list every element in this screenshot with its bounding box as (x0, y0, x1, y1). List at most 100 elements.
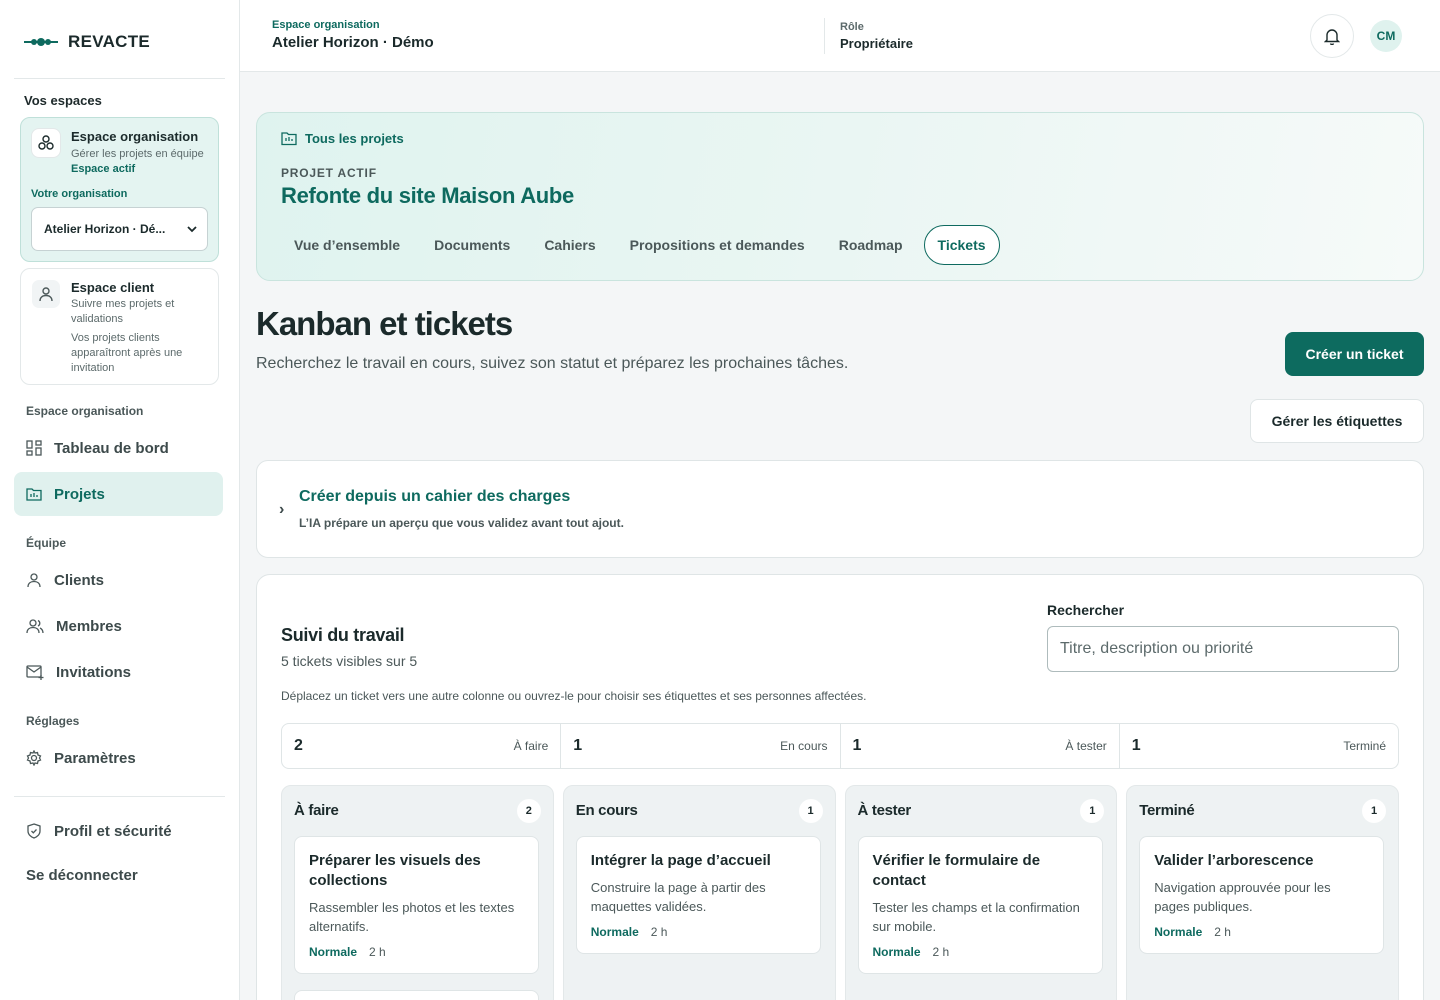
ticket-meta: Normale 2 h (1154, 925, 1369, 939)
stat-label: Terminé (1343, 739, 1386, 753)
ticket-description: Rassembler les photos et les textes alte… (309, 900, 515, 934)
ticket-count: 5 tickets visibles sur 5 (281, 653, 418, 669)
column-title: En cours (575, 802, 638, 819)
nav-dashboard[interactable]: Tableau de bord (14, 426, 223, 470)
user-icon (39, 287, 53, 302)
ticket-title: Valider l’arborescence (1154, 852, 1314, 869)
section-settings: Réglages (26, 714, 80, 728)
tab-roadmap[interactable]: Roadmap (826, 225, 916, 265)
ticket-card[interactable] (294, 990, 539, 1000)
manage-labels-button[interactable]: Gérer les étiquettes (1250, 399, 1424, 443)
nav-dashboard-label: Tableau de bord (54, 439, 169, 457)
project-title: Refonte du site Maison Aube (281, 183, 574, 208)
ticket-card[interactable]: Préparer les visuels des collections Ras… (294, 836, 539, 974)
spec-title: Créer depuis un cahier des charges (299, 488, 571, 505)
org-space-subtitle: Gérer les projets en équipe (71, 148, 204, 160)
search-input[interactable] (1047, 626, 1399, 672)
work-hint: Déplacez un ticket vers une autre colonn… (281, 689, 867, 703)
stat-number: 2 (294, 737, 303, 754)
brand[interactable]: REVACTE (24, 30, 150, 54)
topbar-title: Atelier Horizon · Démo (272, 34, 434, 51)
logo-icon (24, 38, 58, 46)
org-select-value: Atelier Horizon · Dé... (44, 222, 166, 236)
kanban-column-done[interactable]: Terminé 1 Valider l’arborescence Navigat… (1126, 785, 1399, 1000)
ticket-priority: Normale (1154, 925, 1203, 939)
ticket-card[interactable]: Intégrer la page d’accueil Construire la… (575, 836, 821, 954)
stat-in-progress: 1 En cours (561, 724, 841, 768)
ticket-estimate: 2 h (650, 925, 668, 939)
mail-plus-icon (26, 665, 44, 680)
column-title: À tester (857, 802, 912, 819)
stat-label: À tester (1065, 739, 1107, 753)
ticket-card[interactable]: Valider l’arborescence Navigation approu… (1139, 836, 1385, 954)
nav-projects[interactable]: Projets (14, 472, 223, 516)
role-label: Rôle (840, 21, 864, 33)
column-count: 1 (1080, 799, 1105, 823)
org-space-card[interactable]: Espace organisation Gérer les projets en… (20, 117, 219, 262)
kanban-board: À faire 2 Préparer les visuels des colle… (281, 785, 1399, 1000)
all-projects-link[interactable]: Tous les projets (281, 131, 404, 146)
nav-settings[interactable]: Paramètres (14, 736, 223, 780)
stat-label: En cours (780, 739, 828, 753)
tab-proposals[interactable]: Propositions et demandes (617, 225, 818, 265)
project-kicker: PROJET ACTIF (281, 166, 377, 180)
ticket-priority: Normale (872, 945, 921, 959)
topbar: Espace organisation Atelier Horizon · Dé… (240, 0, 1440, 72)
client-space-card[interactable]: Espace client Suivre mes projets et vali… (20, 268, 219, 385)
stat-to-test: 1 À tester (841, 724, 1120, 768)
ticket-meta: Normale 2 h (309, 945, 524, 959)
tab-overview[interactable]: Vue d’ensemble (281, 225, 413, 265)
nav-members-label: Membres (56, 617, 122, 635)
logout-link[interactable]: Se déconnecter (26, 867, 138, 884)
sidebar: REVACTE Vos espaces Espace organisation … (0, 0, 240, 1000)
ticket-estimate: 2 h (932, 945, 950, 959)
org-space-title: Espace organisation (71, 129, 199, 144)
stat-number: 1 (1131, 737, 1141, 754)
stat-number: 1 (573, 737, 583, 754)
tab-tickets[interactable]: Tickets (923, 225, 1000, 265)
ticket-description: Construire la page à partir des maquette… (590, 880, 766, 914)
stat-number: 1 (852, 737, 862, 754)
topbar-kicker: Espace organisation (272, 19, 380, 31)
client-space-note: Vos projets clients apparaîtront après u… (71, 332, 183, 374)
create-from-spec-panel[interactable]: › Créer depuis un cahier des charges L’I… (256, 460, 1424, 558)
nav-clients[interactable]: Clients (14, 558, 223, 602)
active-badge: Espace actif (71, 163, 136, 175)
stat-done: 1 Terminé (1120, 724, 1398, 768)
ticket-card[interactable]: Vérifier le formulaire de contact Tester… (857, 836, 1103, 974)
kanban-column-in-progress[interactable]: En cours 1 Intégrer la page d’accueil Co… (562, 785, 836, 1000)
work-tracking: Suivi du travail 5 tickets visibles sur … (256, 574, 1424, 1000)
project-tabs: Vue d’ensemble Documents Cahiers Proposi… (281, 225, 1000, 265)
tab-specs[interactable]: Cahiers (531, 225, 608, 265)
column-title: Terminé (1139, 802, 1195, 819)
client-space-subtitle: Suivre mes projets et validations (71, 298, 175, 325)
nav-invitations[interactable]: Invitations (14, 650, 223, 694)
nav-settings-label: Paramètres (54, 749, 136, 767)
section-org: Espace organisation (26, 404, 144, 418)
work-title: Suivi du travail (281, 625, 405, 645)
nav-clients-label: Clients (54, 571, 105, 589)
spaces-heading: Vos espaces (24, 93, 102, 108)
ticket-title: Vérifier le formulaire de contact (872, 852, 1041, 889)
chevron-right-icon: › (279, 501, 285, 518)
ticket-description: Navigation approuvée pour les pages publ… (1154, 880, 1331, 914)
notifications-button[interactable] (1310, 14, 1354, 58)
nav-profile[interactable]: Profil et sécurité (14, 809, 223, 853)
tab-documents[interactable]: Documents (421, 225, 523, 265)
divider (14, 78, 225, 79)
nav-members[interactable]: Membres (14, 604, 223, 648)
column-title: À faire (294, 802, 339, 819)
spec-subtitle: L’IA prépare un aperçu que vous validez … (299, 516, 624, 530)
column-count: 2 (516, 799, 541, 823)
org-select[interactable]: Atelier Horizon · Dé... (31, 207, 208, 251)
create-ticket-button[interactable]: Créer un ticket (1285, 332, 1424, 376)
ticket-description: Tester les champs et la confirmation sur… (872, 900, 1080, 934)
ticket-estimate: 2 h (369, 945, 386, 959)
ticket-estimate: 2 h (1214, 925, 1231, 939)
kanban-column-todo[interactable]: À faire 2 Préparer les visuels des colle… (281, 785, 554, 1000)
ticket-meta: Normale 2 h (873, 945, 1088, 959)
ticket-priority: Normale (590, 925, 639, 939)
avatar[interactable]: CM (1370, 20, 1402, 52)
kanban-column-to-test[interactable]: À tester 1 Vérifier le formulaire de con… (844, 785, 1118, 1000)
ticket-priority: Normale (309, 945, 358, 959)
